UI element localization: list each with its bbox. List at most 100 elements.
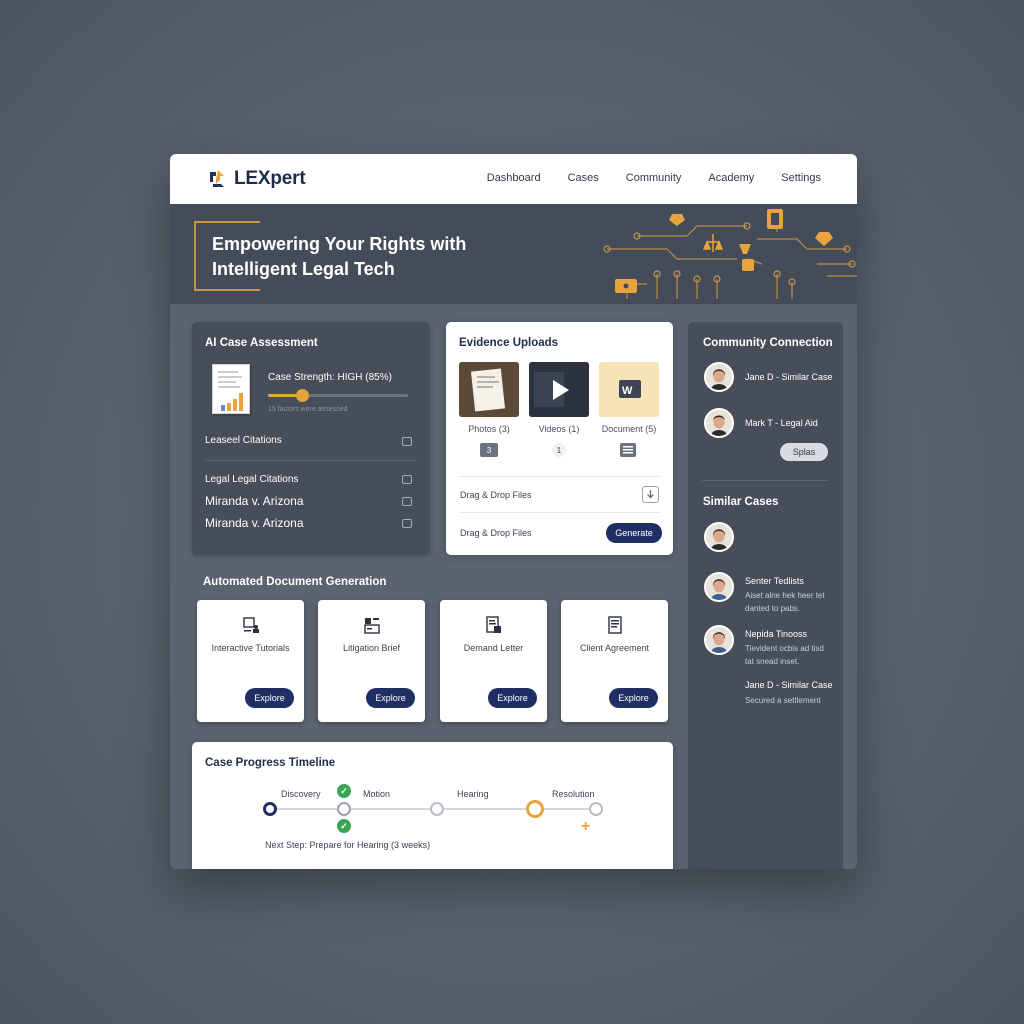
nav-dashboard[interactable]: Dashboard: [487, 172, 541, 184]
citation-row[interactable]: Miranda v. Arizona: [205, 494, 304, 508]
stage-label-resolution: Resolution: [552, 789, 595, 799]
nav-academy[interactable]: Academy: [708, 172, 754, 184]
citations-header: Leaseel Citations: [205, 435, 282, 446]
logo-icon: [210, 170, 224, 187]
app-name: LEXpert: [234, 168, 306, 189]
videos-thumbnail[interactable]: [529, 362, 589, 417]
avatar[interactable]: [704, 362, 734, 392]
case-strength-slider[interactable]: [268, 389, 408, 402]
drag-drop-zone[interactable]: Drag & Drop Files: [460, 528, 532, 538]
documents-label: Document (5): [601, 424, 657, 434]
timeline-node-discovery[interactable]: [263, 802, 277, 816]
check-icon: ✓: [337, 819, 351, 833]
hero-title-line1: Empowering Your Rights with: [212, 234, 467, 254]
check-icon: ✓: [337, 784, 351, 798]
lock-icon[interactable]: [402, 519, 412, 528]
word-doc-icon: W: [622, 385, 633, 397]
nav-community[interactable]: Community: [626, 172, 682, 184]
photos-thumbnail[interactable]: [459, 362, 519, 417]
nav-cases[interactable]: Cases: [568, 172, 599, 184]
explore-button[interactable]: Explore: [609, 688, 658, 708]
list-icon: [620, 443, 636, 457]
upload-icon[interactable]: [642, 486, 659, 503]
logo[interactable]: LEXpert: [206, 168, 306, 190]
timeline-node-hearing[interactable]: [430, 802, 444, 816]
top-bar: LEXpert Dashboard Cases Community Academ…: [170, 154, 857, 204]
avatar[interactable]: [704, 572, 734, 602]
ai-case-assessment-panel: AI Case Assessment Case Strength: HIGH (…: [192, 322, 430, 555]
doc-card-label: Client Agreement: [579, 643, 650, 653]
hero-title: Empowering Your Rights with Intelligent …: [212, 232, 512, 282]
timeline-node-current[interactable]: [526, 800, 544, 818]
report-document-icon: [212, 364, 250, 414]
videos-count-badge: 1: [552, 443, 566, 457]
divider: [702, 480, 829, 481]
community-action-pill[interactable]: Splas: [780, 443, 828, 461]
main-nav: Dashboard Cases Community Academy Settin…: [460, 172, 821, 184]
stage-label-discovery: Discovery: [281, 789, 321, 799]
case-strength-label: Case Strength: HIGH (85%): [268, 372, 392, 383]
doc-card-label: Demand Letter: [463, 643, 524, 653]
lock-icon[interactable]: [402, 475, 412, 484]
grid-icon[interactable]: [402, 437, 412, 446]
detail-line: tat snead inset.: [745, 657, 800, 666]
videos-label: Videos (1): [538, 424, 580, 434]
timeline-node-resolution[interactable]: [589, 802, 603, 816]
documents-thumbnail[interactable]: W: [599, 362, 659, 417]
similar-case-detail: Aiset alne hek heer tet danted to pabs.: [745, 589, 825, 615]
explore-button[interactable]: Explore: [488, 688, 537, 708]
stage-label-hearing: Hearing: [457, 789, 489, 799]
community-member-name[interactable]: Mark T - Legal Aid: [745, 418, 818, 428]
tutorial-icon: [243, 617, 259, 633]
detail-line: danted to pabs.: [745, 604, 801, 613]
divider: [205, 460, 417, 461]
similar-case-detail: Tievident ocbis ad tisd tat snead inset.: [745, 642, 824, 668]
stage-label-motion: Motion: [363, 789, 391, 799]
similar-case-detail: Secured a settlement: [745, 696, 821, 705]
citation-row[interactable]: Miranda v. Arizona: [205, 516, 304, 530]
pin-icon: +: [581, 818, 591, 835]
community-member-name[interactable]: Jane D - Similar Case: [745, 372, 833, 382]
document-generation-title: Automated Document Generation: [203, 576, 387, 588]
doc-card-demand-letter[interactable]: Demand Letter Explore: [440, 600, 547, 722]
nav-settings[interactable]: Settings: [781, 172, 821, 184]
similar-case-name[interactable]: Jane D - Similar Case: [745, 680, 833, 690]
avatar[interactable]: [704, 522, 734, 552]
panel-title: Evidence Uploads: [459, 337, 559, 349]
generate-button[interactable]: Generate: [606, 523, 662, 543]
photos-count-badge: 3: [480, 443, 498, 457]
similar-cases-title: Similar Cases: [703, 496, 779, 508]
similar-case-name[interactable]: Senter Tedlists: [745, 576, 804, 586]
panel-title: Case Progress Timeline: [205, 757, 336, 769]
agreement-icon: [608, 616, 622, 634]
lock-icon[interactable]: [402, 497, 412, 506]
evidence-uploads-panel: Evidence Uploads W Photos (3) Videos (1)…: [446, 322, 673, 555]
hero-title-line2: Intelligent Legal Tech: [212, 259, 395, 279]
doc-card-client-agreement[interactable]: Client Agreement Explore: [561, 600, 668, 722]
similar-case-name[interactable]: Nepida Tinooss: [745, 629, 807, 639]
doc-card-litigation-brief[interactable]: Litigation Brief Explore: [318, 600, 425, 722]
detail-line: Aiset alne hek heer tet: [745, 591, 825, 600]
next-step-text: Next Step: Prepare for Hearing (3 weeks): [265, 840, 431, 850]
drag-drop-zone[interactable]: Drag & Drop Files: [460, 490, 532, 500]
avatar[interactable]: [704, 408, 734, 438]
photos-label: Photos (3): [468, 424, 510, 434]
community-sidebar: Community Connection Jane D - Similar Ca…: [688, 322, 843, 869]
citation-row[interactable]: Legal Legal Citations: [205, 474, 298, 485]
doc-card-label: Litigation Brief: [342, 643, 401, 653]
case-progress-timeline-panel: Case Progress Timeline Discovery Motion …: [192, 742, 673, 869]
brief-icon: [364, 618, 380, 634]
hero-banner: Empowering Your Rights with Intelligent …: [170, 204, 857, 304]
doc-card-interactive-tutorials[interactable]: Interactive Tutorials Explore: [197, 600, 304, 722]
doc-card-label: Interactive Tutorials: [211, 643, 290, 653]
divider: [459, 512, 660, 513]
letter-icon: [486, 616, 501, 633]
divider: [459, 476, 660, 477]
explore-button[interactable]: Explore: [245, 688, 294, 708]
slider-caption: 15 factors were assessed: [268, 406, 348, 413]
explore-button[interactable]: Explore: [366, 688, 415, 708]
avatar[interactable]: [704, 625, 734, 655]
panel-title: Community Connection: [703, 337, 833, 349]
timeline-node-motion[interactable]: [337, 802, 351, 816]
slider-thumb[interactable]: [296, 389, 309, 402]
